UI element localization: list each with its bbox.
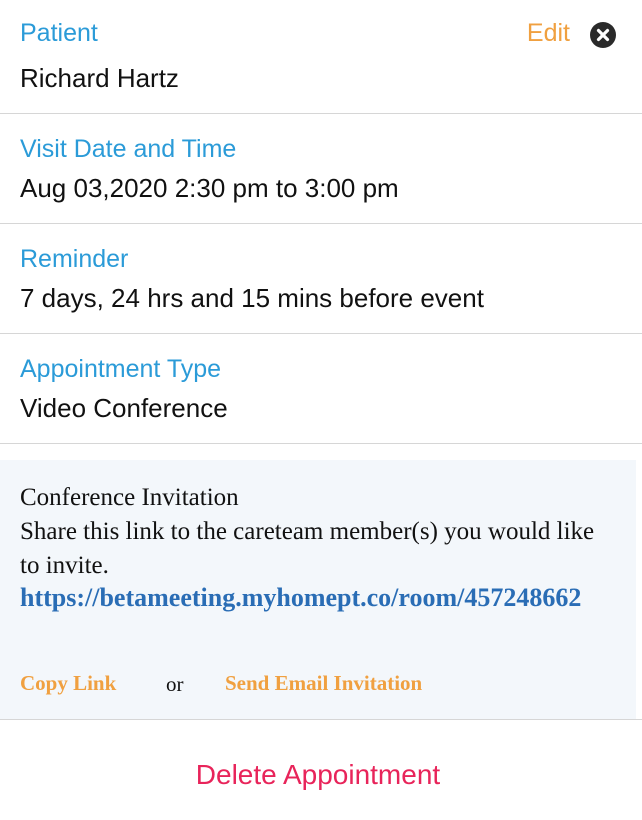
send-email-invitation-button[interactable]: Send Email Invitation — [225, 671, 422, 696]
invitation-title: Conference Invitation — [20, 484, 239, 511]
visit-label: Visit Date and Time — [20, 135, 237, 163]
reminder-label: Reminder — [20, 245, 129, 273]
delete-appointment-button[interactable]: Delete Appointment — [0, 755, 636, 795]
or-separator: or — [166, 672, 184, 696]
patient-label: Patient — [20, 19, 98, 47]
conference-invitation-box: Conference Invitation Share this link to… — [0, 460, 636, 719]
appointment-type-section: Appointment Type Video Conference — [0, 334, 642, 444]
visit-section: Visit Date and Time Aug 03,2020 2:30 pm … — [0, 114, 642, 224]
divider — [0, 719, 642, 720]
meeting-link[interactable]: https://betameeting.myhomept.co/room/457… — [20, 581, 620, 615]
appointment-type-label: Appointment Type — [20, 355, 222, 383]
appointment-type-value: Video Conference — [20, 393, 228, 423]
edit-button[interactable]: Edit — [527, 18, 570, 48]
close-icon[interactable] — [590, 22, 616, 48]
invitation-text: Share this link to the careteam member(s… — [20, 518, 595, 579]
visit-datetime: Aug 03,2020 2:30 pm to 3:00 pm — [20, 173, 399, 203]
patient-section: Patient Richard Hartz Edit — [0, 0, 642, 114]
reminder-section: Reminder 7 days, 24 hrs and 15 mins befo… — [0, 224, 642, 334]
reminder-value: 7 days, 24 hrs and 15 mins before event — [20, 283, 484, 313]
copy-link-button[interactable]: Copy Link — [20, 671, 116, 696]
patient-name: Richard Hartz — [20, 63, 179, 93]
